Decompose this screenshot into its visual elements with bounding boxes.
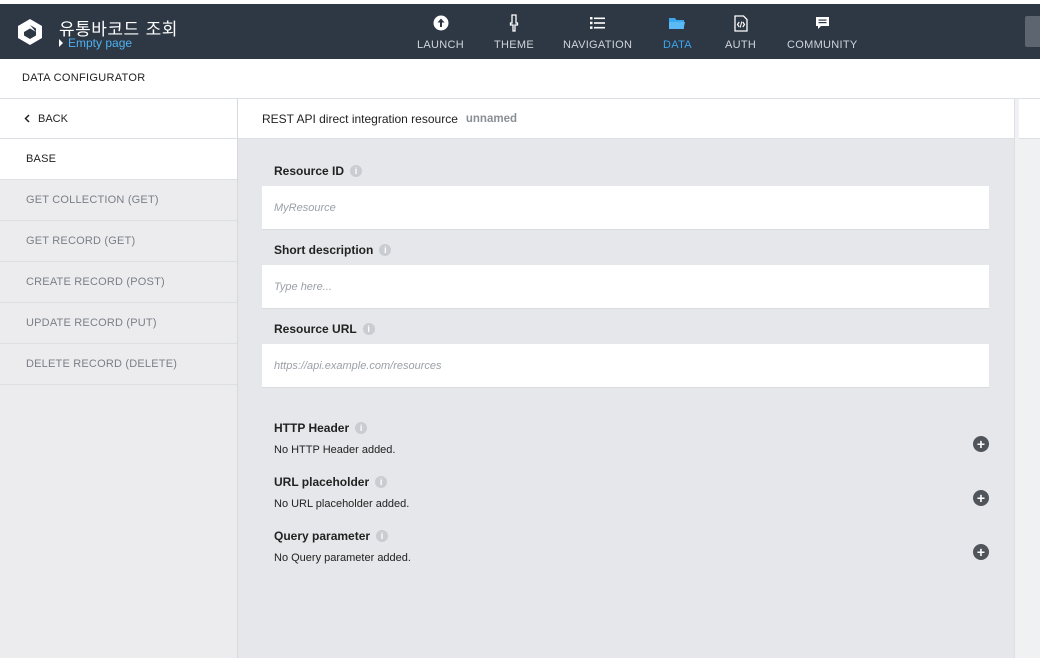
resource-id-label: Resource ID i	[274, 164, 363, 178]
account-button[interactable]	[1025, 16, 1040, 47]
info-icon[interactable]: i	[350, 165, 363, 177]
chat-icon	[815, 12, 830, 34]
sidebar-item-get-collection[interactable]: GET COLLECTION (GET)	[0, 180, 237, 221]
nav-label: NAVIGATION	[563, 39, 633, 51]
sidebar-item-label: GET COLLECTION (GET)	[26, 194, 159, 206]
code-file-icon	[733, 12, 748, 34]
nav-label: AUTH	[725, 39, 757, 51]
plus-icon: +	[976, 490, 986, 506]
right-panel	[1014, 99, 1040, 658]
url-placeholder-empty: No URL placeholder added.	[274, 498, 410, 510]
sidebar-item-label: CREATE RECORD (POST)	[26, 276, 165, 288]
sidebar: BACK BASE GET COLLECTION (GET) GET RECOR…	[0, 99, 238, 658]
nav-label: DATA	[663, 39, 692, 51]
folder-icon	[669, 12, 686, 34]
resource-name: unnamed	[465, 112, 517, 125]
nav-community[interactable]: COMMUNITY	[787, 12, 858, 56]
right-panel-header	[1019, 99, 1040, 139]
sidebar-item-label: DELETE RECORD (DELETE)	[26, 358, 178, 370]
field-label-text: Resource URL	[274, 322, 357, 336]
plus-icon: +	[976, 544, 986, 560]
query-parameter-empty: No Query parameter added.	[274, 552, 411, 564]
app-logo-icon[interactable]	[16, 18, 44, 46]
info-icon[interactable]: i	[362, 323, 375, 335]
page-title: DATA CONFIGURATOR	[22, 72, 146, 84]
nav-label: LAUNCH	[417, 39, 465, 51]
section-title-text: HTTP Header	[274, 421, 350, 435]
chevron-left-icon	[24, 114, 30, 123]
field-label-text: Resource ID	[274, 164, 345, 178]
query-parameter-title: Query parameter i	[274, 529, 389, 543]
nav-launch[interactable]: LAUNCH	[417, 12, 464, 56]
sidebar-item-delete-record[interactable]: DELETE RECORD (DELETE)	[0, 344, 237, 385]
resource-type-label: REST API direct integration resource	[262, 111, 458, 126]
plus-icon: +	[976, 436, 986, 452]
short-description-label: Short description i	[274, 243, 392, 257]
list-icon	[589, 12, 606, 34]
resource-header: REST API direct integration resource unn…	[238, 99, 1014, 139]
field-label-text: Short description	[274, 243, 374, 257]
nav-auth[interactable]: AUTH	[725, 12, 756, 56]
configurator-header: DATA CONFIGURATOR	[0, 59, 1040, 99]
info-icon[interactable]: i	[355, 422, 368, 434]
info-icon[interactable]: i	[376, 530, 389, 542]
http-header-empty: No HTTP Header added.	[274, 444, 396, 456]
back-button[interactable]: BACK	[0, 99, 237, 139]
add-http-header-button[interactable]: +	[973, 436, 989, 452]
resource-form: REST API direct integration resource unn…	[238, 99, 1014, 658]
section-title-text: URL placeholder	[274, 475, 370, 489]
short-description-input[interactable]	[262, 265, 989, 309]
info-icon[interactable]: i	[379, 244, 392, 256]
resource-id-input[interactable]	[262, 186, 989, 230]
page-name: Empty page	[68, 36, 133, 50]
add-url-placeholder-button[interactable]: +	[973, 490, 989, 506]
sidebar-item-label: BASE	[26, 153, 57, 165]
sidebar-item-get-record[interactable]: GET RECORD (GET)	[0, 221, 237, 262]
info-icon[interactable]: i	[375, 476, 388, 488]
sidebar-item-label: UPDATE RECORD (PUT)	[26, 317, 157, 329]
page-selector[interactable]: Empty page	[59, 36, 132, 50]
resource-url-input[interactable]	[262, 344, 989, 388]
resource-url-label: Resource URL i	[274, 322, 375, 336]
brush-icon	[509, 12, 519, 34]
top-navigation-bar: 유통바코드 조회 Empty page LAUNCH THEME NAVIGAT…	[0, 0, 1040, 59]
sidebar-item-base[interactable]: BASE	[0, 139, 237, 180]
nav-theme[interactable]: THEME	[494, 12, 534, 56]
nav-label: THEME	[494, 39, 534, 51]
sidebar-item-label: GET RECORD (GET)	[26, 235, 136, 247]
http-header-title: HTTP Header i	[274, 421, 368, 435]
sidebar-item-create-record[interactable]: CREATE RECORD (POST)	[0, 262, 237, 303]
nav-data[interactable]: DATA	[663, 12, 692, 56]
add-query-parameter-button[interactable]: +	[973, 544, 989, 560]
upload-icon	[433, 12, 449, 34]
sidebar-item-update-record[interactable]: UPDATE RECORD (PUT)	[0, 303, 237, 344]
nav-navigation[interactable]: NAVIGATION	[563, 12, 632, 56]
nav-label: COMMUNITY	[787, 39, 858, 51]
section-title-text: Query parameter	[274, 529, 371, 543]
back-label: BACK	[38, 112, 68, 125]
caret-right-icon	[59, 39, 63, 47]
url-placeholder-title: URL placeholder i	[274, 475, 388, 489]
